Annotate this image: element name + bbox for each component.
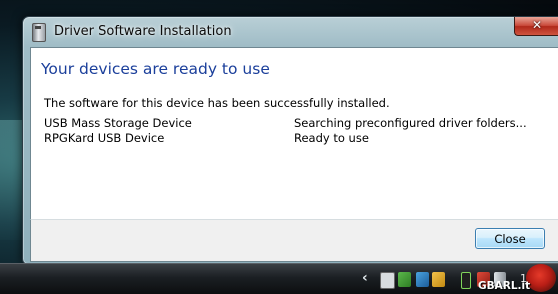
battery-icon[interactable] (461, 272, 471, 289)
device-row: USB Mass Storage Device Searching precon… (44, 116, 544, 131)
device-name: USB Mass Storage Device (44, 116, 192, 130)
usb-drive-icon (32, 23, 46, 42)
dialog-footer: Close (30, 219, 558, 262)
window-title: Driver Software Installation (54, 24, 232, 39)
network-check-icon[interactable] (398, 272, 411, 287)
device-status: Searching preconfigured driver folders..… (294, 116, 527, 130)
network-icon[interactable] (416, 272, 429, 287)
title-bar[interactable]: Driver Software Installation ✕ (23, 17, 558, 47)
usb-device-icon[interactable] (380, 272, 395, 289)
device-status: Ready to use (294, 131, 369, 145)
taskbar: ‹ 13 (0, 263, 558, 294)
mascot-logo (526, 264, 556, 292)
show-hidden-icons-chevron-icon[interactable]: ‹ (362, 270, 368, 286)
dialog-content: Your devices are ready to use The softwa… (30, 47, 558, 220)
device-row: RPGKard USB Device Ready to use (44, 131, 544, 146)
driver-installation-window: Driver Software Installation ✕ Your devi… (22, 16, 558, 265)
watermark: GBARL.it (478, 280, 531, 292)
dialog-heading: Your devices are ready to use (41, 60, 270, 78)
shield-icon[interactable] (432, 272, 445, 287)
dialog-description: The software for this device has been su… (44, 96, 390, 110)
close-button[interactable]: Close (475, 228, 545, 249)
device-name: RPGKard USB Device (44, 131, 165, 145)
window-close-button[interactable]: ✕ (514, 17, 558, 36)
